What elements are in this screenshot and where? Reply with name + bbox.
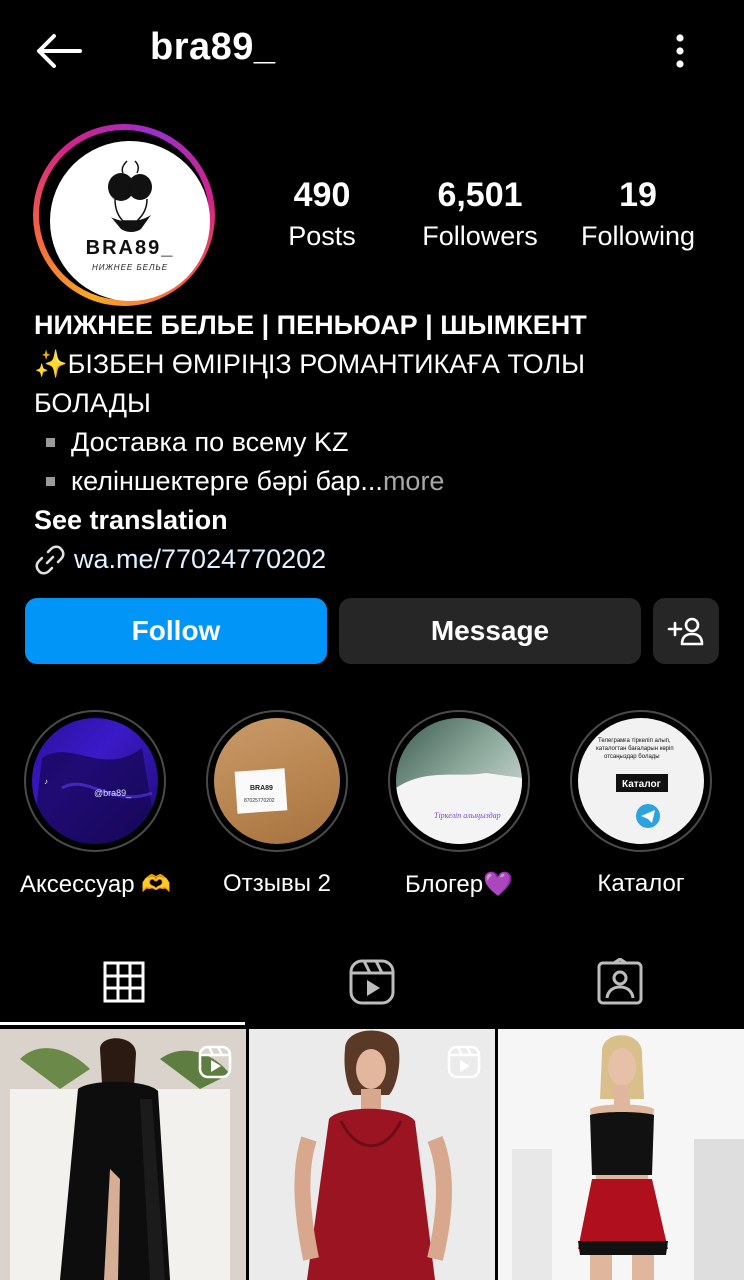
bullet-square-icon xyxy=(46,438,55,447)
svg-text:каталогтан бағаларын көріп: каталогтан бағаларын көріп xyxy=(596,746,674,752)
highlight-reviews[interactable]: BRA89 87025770202 Отзывы 2 xyxy=(202,710,352,898)
active-tab-indicator xyxy=(0,1022,245,1025)
highlight-label: Блогер💜 xyxy=(405,871,513,898)
logo-figure-icon xyxy=(108,160,152,232)
stat-posts[interactable]: 490 Posts xyxy=(262,176,382,252)
tab-grid[interactable] xyxy=(0,940,248,1024)
link-icon xyxy=(35,544,65,575)
reel-indicator-icon xyxy=(447,1045,481,1079)
post-thumbnail[interactable] xyxy=(0,1029,246,1280)
bio-bullet-text: Доставка по всему KZ xyxy=(71,427,349,457)
catalog-image: Телеграмға тіркеліп алып, каталогтан бағ… xyxy=(596,738,674,828)
add-person-icon xyxy=(667,617,704,646)
post-thumbnail[interactable] xyxy=(249,1029,495,1280)
bio-bullet: Доставка по всему KZ xyxy=(34,423,724,462)
logo-subtitle: НИЖНЕЕ БЕЛЬЕ xyxy=(91,263,169,272)
svg-text:87025770202: 87025770202 xyxy=(244,798,275,804)
see-translation-link[interactable]: See translation xyxy=(34,501,724,540)
svg-text:@bra89_: @bra89_ xyxy=(94,788,132,798)
highlight-label: Аксессуар 🫶 xyxy=(20,871,172,898)
svg-text:♪: ♪ xyxy=(44,777,48,786)
back-button[interactable] xyxy=(28,26,88,76)
stat-followers-count: 6,501 xyxy=(437,176,523,214)
post-thumbnail[interactable] xyxy=(498,1029,744,1280)
reels-icon xyxy=(349,959,395,1005)
stat-following[interactable]: 19 Following xyxy=(570,176,706,252)
svg-text:BRA89: BRA89 xyxy=(250,785,273,792)
story-ring[interactable]: BRA89_ НИЖНЕЕ БЕЛЬЕ xyxy=(33,124,215,306)
more-options-button[interactable] xyxy=(660,26,700,76)
fabric-image: @bra89_ ♪ xyxy=(32,748,158,844)
stat-posts-count: 490 xyxy=(293,176,351,214)
tab-reels[interactable] xyxy=(248,940,496,1024)
bio-bullet-text: келіншектерге бәрі бар... xyxy=(71,466,383,496)
svg-text:Телеграмға тіркеліп алып,: Телеграмға тіркеліп алып, xyxy=(598,738,671,744)
avatar: BRA89_ НИЖНЕЕ БЕЛЬЕ xyxy=(50,141,210,301)
stat-following-label: Following xyxy=(580,221,696,251)
bio-line: БОЛАДЫ xyxy=(34,388,151,418)
more-vertical-icon xyxy=(676,34,684,68)
package-image: BRA89 87025770202 xyxy=(234,768,288,814)
stat-followers-label: Followers xyxy=(422,221,538,251)
highlight-accessories[interactable]: @bra89_ ♪ Аксессуар 🫶 xyxy=(20,710,172,899)
svg-text:Тіркеліп алыңыздар: Тіркеліп алыңыздар xyxy=(434,811,501,820)
suggest-people-button[interactable] xyxy=(653,598,719,664)
top-bar: bra89_ xyxy=(0,0,744,100)
stat-followers[interactable]: 6,501 Followers xyxy=(410,176,550,252)
highlight-blogger[interactable]: Тіркеліп алыңыздар Блогер💜 xyxy=(384,710,534,899)
follow-button[interactable]: Follow xyxy=(25,598,327,664)
svg-text:Каталог: Каталог xyxy=(622,779,661,790)
grid-icon xyxy=(103,961,145,1003)
highlight-label: Каталог xyxy=(597,870,685,897)
highlight-cover: Тіркеліп алыңыздар xyxy=(396,718,522,844)
tagged-icon xyxy=(597,958,643,1005)
bullet-square-icon xyxy=(46,477,55,486)
svg-text:отсаңыздар болады: отсаңыздар болады xyxy=(604,754,660,760)
bio-link[interactable]: wa.me/77024770202 xyxy=(34,540,724,579)
highlight-catalog[interactable]: Телеграмға тіркеліп алып, каталогтан бағ… xyxy=(566,710,716,898)
highlight-cover: Телеграмға тіркеліп алып, каталогтан бағ… xyxy=(578,718,704,844)
bio-bullet: келіншектерге бәрі бар... more xyxy=(34,462,724,501)
message-button[interactable]: Message xyxy=(339,598,641,664)
profile-username: bra89_ xyxy=(150,26,276,68)
highlight-label: Отзывы 2 xyxy=(223,870,331,897)
highlight-cover: BRA89 87025770202 xyxy=(214,718,340,844)
bio: НИЖНЕЕ БЕЛЬЕ | ПЕНЬЮАР | ШЫМКЕНТ ✨БІЗБЕН… xyxy=(34,306,724,579)
bio-title: НИЖНЕЕ БЕЛЬЕ | ПЕНЬЮАР | ШЫМКЕНТ xyxy=(34,310,587,340)
bio-line: ✨БІЗБЕН ӨМІРІҢІЗ РОМАНТИКАҒА ТОЛЫ xyxy=(34,349,585,379)
fabric-image: Тіркеліп алыңыздар xyxy=(396,773,522,844)
arrow-left-icon xyxy=(37,34,82,68)
stat-posts-label: Posts xyxy=(288,221,356,251)
bio-link-text: wa.me/77024770202 xyxy=(74,544,327,574)
tab-tagged[interactable] xyxy=(496,940,744,1024)
profile-tabs xyxy=(0,940,744,1026)
post-image xyxy=(498,1029,744,1280)
reel-indicator-icon xyxy=(198,1045,232,1079)
bio-more-link[interactable]: more xyxy=(383,462,445,501)
highlight-cover: @bra89_ ♪ xyxy=(32,718,158,844)
logo-text: BRA89_ xyxy=(85,237,175,259)
stat-following-count: 19 xyxy=(619,176,657,214)
